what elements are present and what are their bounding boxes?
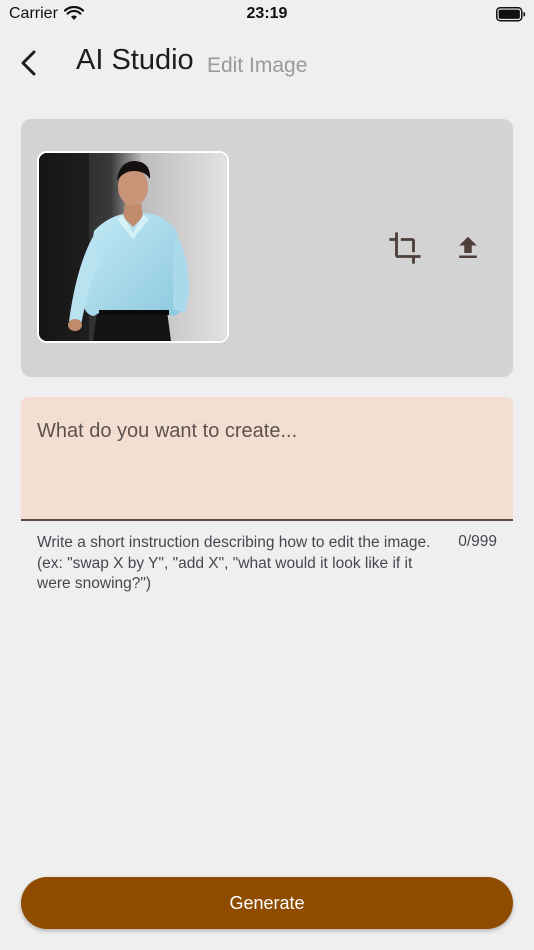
prompt-helper-text: Write a short instruction describing how… xyxy=(37,534,431,592)
back-button[interactable] xyxy=(14,46,46,80)
status-bar: Carrier 23:19 xyxy=(0,0,534,30)
generate-button-label: Generate xyxy=(229,892,305,913)
person-photo-icon xyxy=(39,153,227,341)
upload-icon xyxy=(459,236,477,258)
crop-button[interactable] xyxy=(388,231,422,265)
battery-icon xyxy=(496,7,526,27)
prompt-input[interactable]: What do you want to create... xyxy=(21,397,513,521)
crop-icon xyxy=(389,232,421,264)
page-subtitle: Edit Image xyxy=(207,54,308,77)
page-title: AI Studio xyxy=(76,44,194,76)
character-counter: 0/999 xyxy=(458,533,497,550)
clock: 23:19 xyxy=(246,5,288,22)
prompt-placeholder: What do you want to create... xyxy=(37,420,298,442)
chevron-left-icon xyxy=(21,50,36,76)
source-image-thumbnail[interactable] xyxy=(37,151,229,343)
image-card xyxy=(21,119,513,377)
generate-button[interactable]: Generate xyxy=(21,877,513,929)
upload-button[interactable] xyxy=(453,233,483,263)
